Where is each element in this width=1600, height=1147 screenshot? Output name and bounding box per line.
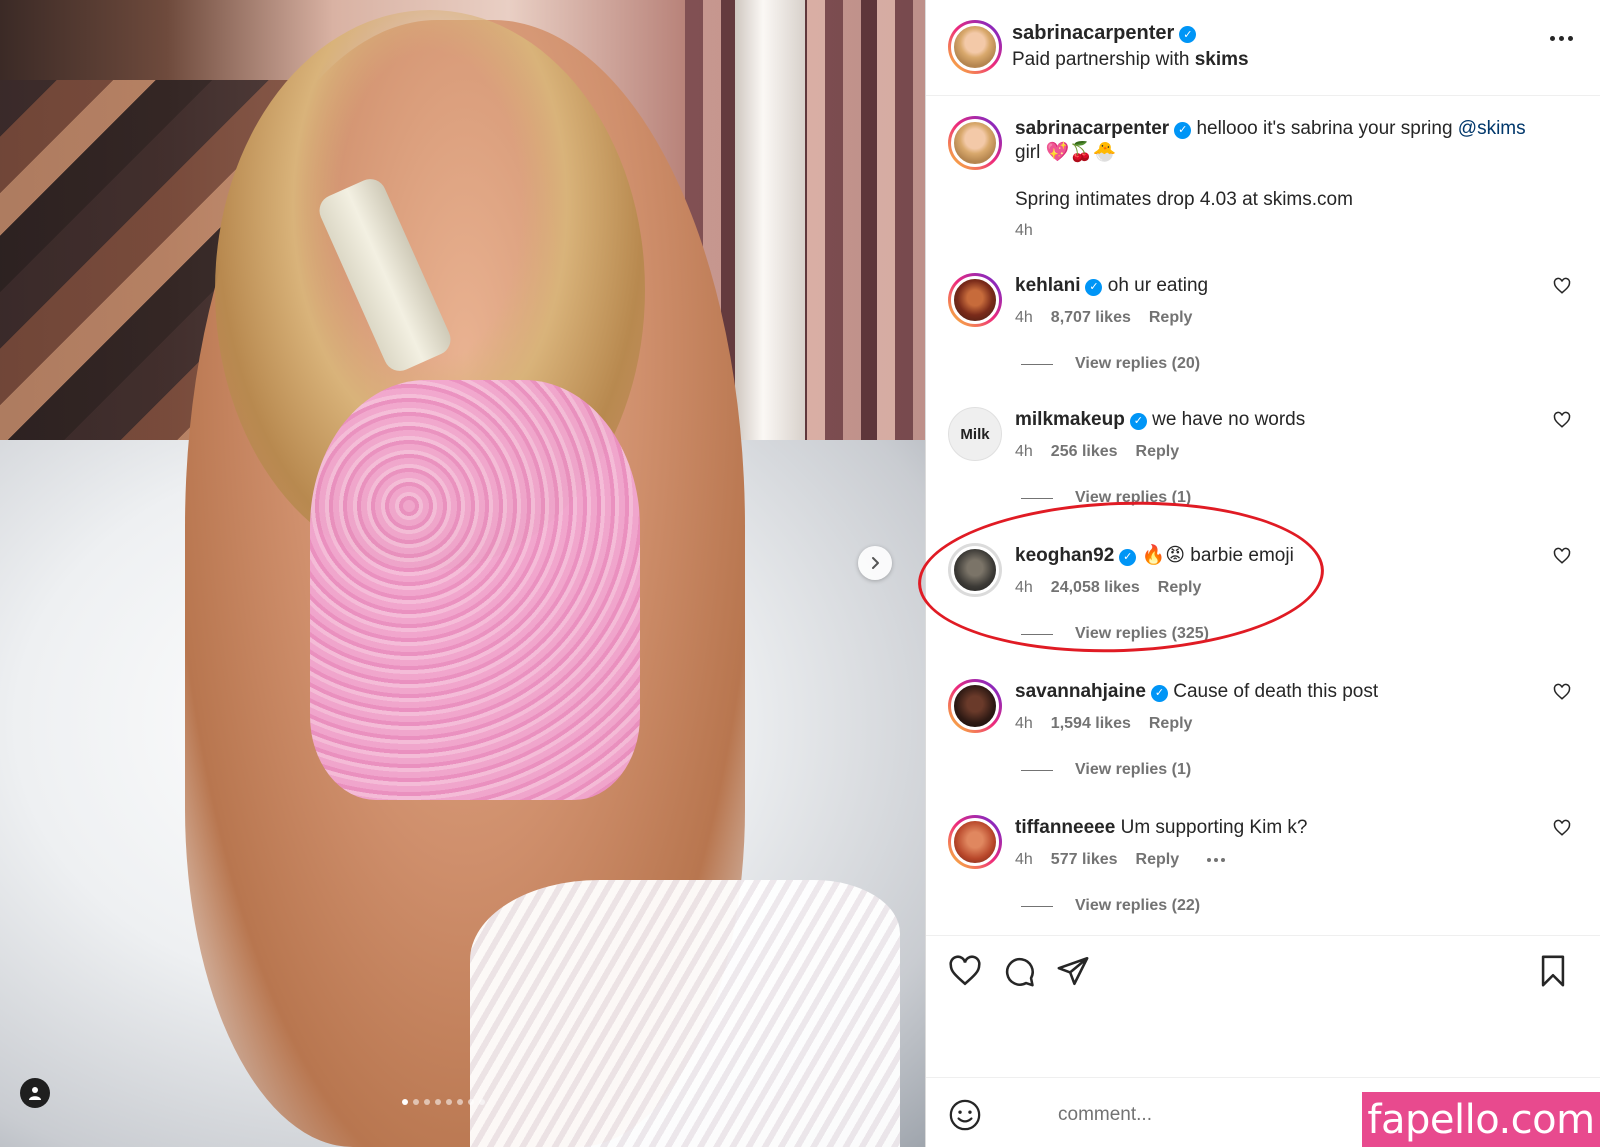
caption-drop-text: Spring intimates drop 4.03 at skims.com <box>1015 189 1353 210</box>
carousel-dot <box>446 1099 452 1105</box>
reply-button[interactable]: Reply <box>1149 715 1193 733</box>
comment-username[interactable]: savannahjaine <box>1015 681 1146 702</box>
comment-username[interactable]: tiffanneeee <box>1015 817 1115 838</box>
partnership-prefix: Paid partnership with <box>1012 49 1190 70</box>
comment-time: 4h <box>1015 309 1033 326</box>
heart-icon[interactable] <box>1553 819 1571 837</box>
caption-time: 4h <box>1015 222 1033 239</box>
view-replies-button[interactable]: View replies (20) <box>1021 355 1200 373</box>
comment-meta: 4h 256 likes Reply <box>1015 443 1179 461</box>
carousel-dot <box>479 1099 485 1105</box>
view-replies-label[interactable]: View replies (20) <box>1075 355 1200 373</box>
heart-icon[interactable] <box>1553 411 1571 429</box>
comment-username[interactable]: kehlani <box>1015 275 1080 296</box>
replies-divider <box>1021 497 1053 499</box>
verified-badge-icon: ✓ <box>1174 121 1192 139</box>
caption-meta: 4h <box>1015 222 1033 240</box>
carousel-dot <box>413 1099 419 1105</box>
comment-avatar[interactable] <box>948 815 1002 869</box>
reply-button[interactable]: Reply <box>1136 443 1180 461</box>
comment-meta: 4h 8,707 likes Reply <box>1015 309 1192 327</box>
carousel-dot <box>424 1099 430 1105</box>
partner-link[interactable]: skims <box>1195 49 1249 70</box>
ellipsis-icon[interactable] <box>1550 36 1573 41</box>
verified-badge-icon: ✓ <box>1150 684 1168 702</box>
comment-likes[interactable]: 1,594 likes <box>1051 715 1131 733</box>
comment-text: savannahjaine ✓ Cause of death this post <box>1015 680 1555 704</box>
comment-likes[interactable]: 577 likes <box>1051 851 1118 869</box>
verified-badge-icon: ✓ <box>1085 278 1103 296</box>
lace-stocking <box>470 880 900 1147</box>
author-avatar[interactable] <box>948 20 1002 74</box>
post-header: sabrinacarpenter ✓ Paid partnership with … <box>926 0 1600 96</box>
post-action-bar <box>926 935 1600 995</box>
caption-text: sabrinacarpenter ✓ hellooo it's sabrina y… <box>1015 117 1555 165</box>
comment-avatar[interactable] <box>948 679 1002 733</box>
milk-logo: Milk <box>960 425 990 443</box>
post-media[interactable] <box>0 0 925 1147</box>
author-username-link[interactable]: sabrinacarpenter <box>1012 22 1174 44</box>
carousel-indicator <box>402 1099 485 1105</box>
user-tag-icon <box>29 1087 41 1100</box>
carousel-dot <box>402 1099 408 1105</box>
comment-body: oh ur eating <box>1107 275 1209 296</box>
comment-time: 4h <box>1015 443 1033 460</box>
chevron-right-icon <box>872 557 879 569</box>
comment-body: Um supporting Kim k? <box>1120 817 1308 838</box>
view-replies-label[interactable]: View replies (22) <box>1075 897 1200 915</box>
paid-partnership-label: Paid partnership with skims <box>1012 49 1249 71</box>
watermark: fapello.com <box>1362 1092 1600 1147</box>
caption-body-line1: hellooo it's sabrina your spring <box>1196 118 1453 139</box>
comment-meta: 4h 1,594 likes Reply <box>1015 715 1192 733</box>
comment-avatar[interactable] <box>948 273 1002 327</box>
carousel-dot <box>435 1099 441 1105</box>
caption-body-line2: girl 💖🍒🐣 <box>1015 142 1117 163</box>
replies-divider <box>1021 905 1053 907</box>
replies-divider <box>1021 769 1053 771</box>
share-icon[interactable] <box>1056 954 1090 988</box>
comment-likes[interactable]: 8,707 likes <box>1051 309 1131 327</box>
comment-avatar[interactable]: Milk <box>948 407 1002 461</box>
verified-badge-icon: ✓ <box>1179 26 1197 43</box>
view-replies-button[interactable]: View replies (1) <box>1021 761 1191 779</box>
author-username[interactable]: sabrinacarpenter ✓ <box>1012 22 1197 45</box>
comment-input[interactable]: comment... <box>1058 1104 1152 1126</box>
comment-options-icon[interactable] <box>1207 851 1226 869</box>
comment-text: tiffanneeee Um supporting Kim k? <box>1015 816 1555 840</box>
heart-icon[interactable] <box>1553 683 1571 701</box>
user-tag-button[interactable] <box>20 1078 50 1108</box>
replies-divider <box>1021 363 1053 365</box>
view-replies-button[interactable]: View replies (22) <box>1021 897 1200 915</box>
view-replies-label[interactable]: View replies (1) <box>1075 761 1191 779</box>
carousel-dot <box>468 1099 474 1105</box>
comment-likes[interactable]: 256 likes <box>1051 443 1118 461</box>
comment-time: 4h <box>1015 851 1033 868</box>
pink-lace-lingerie <box>310 380 640 800</box>
bookmark-icon[interactable] <box>1536 954 1570 988</box>
verified-badge-icon: ✓ <box>1129 412 1147 430</box>
comment-body: Cause of death this post <box>1173 681 1379 702</box>
caption-mention[interactable]: @skims <box>1458 118 1526 139</box>
red-highlight-circle <box>915 494 1327 660</box>
comment-text: kehlani ✓ oh ur eating <box>1015 274 1555 298</box>
carousel-dot <box>457 1099 463 1105</box>
reply-button[interactable]: Reply <box>1136 851 1180 869</box>
caption-username[interactable]: sabrinacarpenter <box>1015 118 1169 139</box>
comment-time: 4h <box>1015 715 1033 732</box>
comment-username[interactable]: milkmakeup <box>1015 409 1125 430</box>
carousel-next-button[interactable] <box>858 546 892 580</box>
heart-icon[interactable] <box>1553 277 1571 295</box>
caption-avatar[interactable] <box>948 116 1002 170</box>
comments-panel: sabrinacarpenter ✓ Paid partnership with … <box>915 0 1600 1147</box>
comment-text: milkmakeup ✓ we have no words <box>1015 408 1555 432</box>
emoji-icon[interactable] <box>948 1098 982 1132</box>
heart-icon[interactable] <box>948 954 982 988</box>
reply-button[interactable]: Reply <box>1149 309 1193 327</box>
comment-body: we have no words <box>1152 409 1306 430</box>
comment-icon[interactable] <box>1002 954 1036 988</box>
comment-meta: 4h 577 likes Reply <box>1015 851 1226 869</box>
heart-icon[interactable] <box>1553 547 1571 565</box>
